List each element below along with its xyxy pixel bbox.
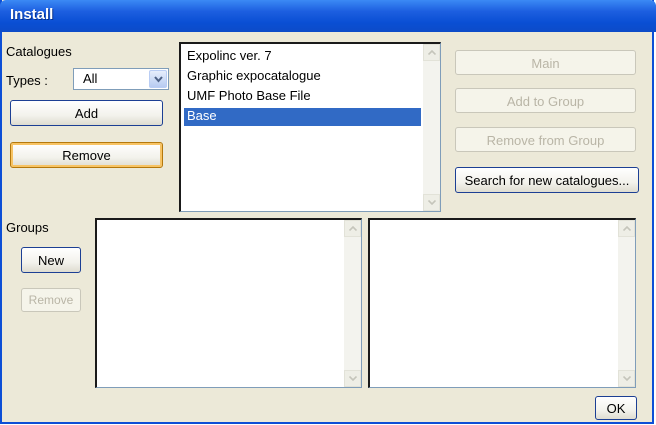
new-group-button-label: New	[37, 253, 64, 268]
remove-from-group-button[interactable]: Remove from Group	[455, 127, 636, 152]
add-catalogue-button[interactable]: Add	[10, 100, 163, 126]
remove-group-button[interactable]: Remove	[21, 288, 81, 312]
main-button[interactable]: Main	[455, 50, 636, 75]
catalogue-list-item[interactable]: Expolinc ver. 7	[184, 48, 421, 66]
remove-catalogue-button-label: Remove	[62, 148, 111, 163]
arrow-up-icon[interactable]	[344, 220, 361, 237]
groups-list[interactable]	[95, 218, 362, 388]
catalogues-label: Catalogues	[6, 44, 72, 59]
catalogue-list-item[interactable]: Base	[184, 108, 421, 126]
types-label: Types :	[6, 73, 48, 88]
types-select-value: All	[83, 71, 98, 86]
catalogue-list[interactable]: Expolinc ver. 7 Graphic expocatalogue UMF …	[179, 42, 441, 212]
window-title: Install	[10, 6, 54, 23]
remove-from-group-button-label: Remove from Group	[486, 133, 605, 148]
arrow-down-icon[interactable]	[618, 370, 635, 387]
remove-group-button-label: Remove	[28, 293, 74, 307]
search-new-catalogues-button-label: Search for new catalogues...	[464, 173, 630, 188]
search-new-catalogues-button[interactable]: Search for new catalogues...	[455, 167, 639, 193]
group-contents-list-scrollbar[interactable]	[618, 220, 635, 387]
title-bar[interactable]: Install	[0, 0, 656, 32]
arrow-up-icon[interactable]	[423, 44, 440, 61]
groups-label: Groups	[6, 220, 49, 235]
main-button-label: Main	[531, 56, 560, 71]
group-contents-list[interactable]	[368, 218, 636, 388]
add-to-group-button[interactable]: Add to Group	[455, 88, 636, 113]
arrow-down-icon[interactable]	[344, 370, 361, 387]
ok-button-label: OK	[606, 401, 626, 416]
chevron-down-icon[interactable]	[149, 70, 167, 88]
catalogue-list-item[interactable]: UMF Photo Base File	[184, 88, 421, 106]
add-catalogue-button-label: Add	[74, 106, 99, 121]
new-group-button[interactable]: New	[21, 247, 81, 273]
types-select[interactable]: All	[73, 68, 169, 90]
arrow-down-icon[interactable]	[423, 194, 440, 211]
remove-catalogue-button[interactable]: Remove	[10, 142, 163, 168]
catalogue-list-item[interactable]: Graphic expocatalogue	[184, 68, 421, 86]
arrow-up-icon[interactable]	[618, 220, 635, 237]
ok-button[interactable]: OK	[595, 396, 637, 420]
catalogue-list-scrollbar[interactable]	[423, 44, 440, 211]
add-to-group-button-label: Add to Group	[506, 94, 585, 109]
groups-list-scrollbar[interactable]	[344, 220, 361, 387]
install-dialog: Install Catalogues Types : All Add Remov…	[0, 0, 656, 424]
